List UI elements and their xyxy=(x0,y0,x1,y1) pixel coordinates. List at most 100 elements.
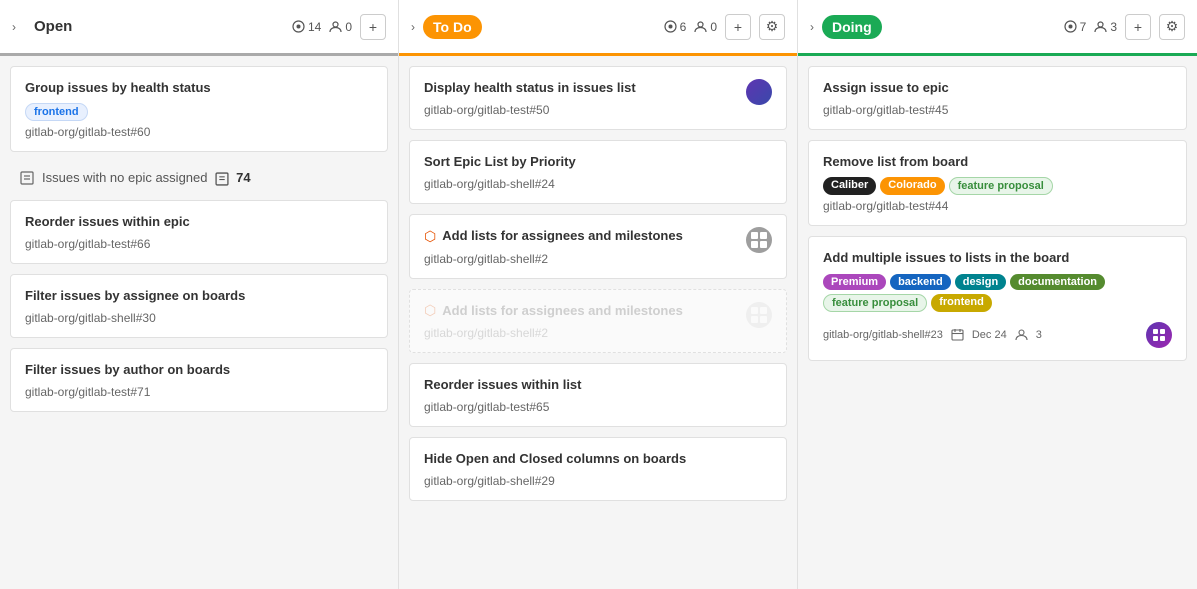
doing-settings-button[interactable]: ⚙ xyxy=(1159,14,1185,40)
tag-design[interactable]: design xyxy=(955,274,1006,290)
issue-icon xyxy=(664,20,677,33)
drag-icon: ⬡ xyxy=(424,228,436,245)
tags-row: Caliber Colorado feature proposal xyxy=(823,177,1172,199)
card-hide-open[interactable]: Hide Open and Closed columns on boards g… xyxy=(409,437,787,501)
card-filter-assignee[interactable]: Filter issues by assignee on boards gitl… xyxy=(10,274,388,338)
card-title: Reorder issues within epic xyxy=(25,213,373,231)
open-title: Open xyxy=(24,14,82,39)
tag-frontend[interactable]: frontend xyxy=(25,103,88,121)
grid-dot xyxy=(751,241,758,248)
card-left-ghost: ⬡ Add lists for assignees and milestones… xyxy=(424,302,738,340)
todo-toggle[interactable]: › xyxy=(411,20,415,34)
todo-title: To Do xyxy=(423,15,482,39)
todo-add-button[interactable]: + xyxy=(725,14,751,40)
issue-icon xyxy=(1064,20,1077,33)
card-row: Display health status in issues list git… xyxy=(424,79,772,117)
issue-ref: gitlab-org/gitlab-test#65 xyxy=(424,400,772,414)
open-meta: 14 0 + xyxy=(292,14,386,40)
tag-caliber[interactable]: Caliber xyxy=(823,177,876,195)
column-header-doing: › Doing 7 3 + ⚙ xyxy=(798,0,1197,56)
card-left: Display health status in issues list git… xyxy=(424,79,738,117)
card-add-multiple[interactable]: Add multiple issues to lists in the boar… xyxy=(808,236,1187,360)
card-sort-epic[interactable]: Sort Epic List by Priority gitlab-org/gi… xyxy=(409,140,787,204)
card-title: Remove list from board xyxy=(823,153,1172,171)
issue-meta-row: gitlab-org/gitlab-shell#23 Dec 24 3 xyxy=(823,322,1172,348)
card-filter-author[interactable]: Filter issues by author on boards gitlab… xyxy=(10,348,388,412)
column-header-open: › Open 14 0 + xyxy=(0,0,398,56)
doing-user-count: 3 xyxy=(1094,20,1117,34)
tag-colorado[interactable]: Colorado xyxy=(880,177,944,195)
card-display-health[interactable]: Display health status in issues list git… xyxy=(409,66,787,130)
assignees-count: 3 xyxy=(1036,329,1042,341)
calendar-icon xyxy=(951,328,964,341)
card-right xyxy=(746,227,772,253)
issue-ref: gitlab-org/gitlab-test#44 xyxy=(823,199,1172,213)
tag-premium[interactable]: Premium xyxy=(823,274,886,290)
tag-feature-proposal[interactable]: feature proposal xyxy=(949,177,1053,195)
issue-ref: gitlab-org/gitlab-shell#2 xyxy=(424,252,738,266)
tag-feature-proposal2[interactable]: feature proposal xyxy=(823,294,927,312)
issue-ref-ghost: gitlab-org/gitlab-shell#2 xyxy=(424,326,738,340)
issue-ref: gitlab-org/gitlab-shell#30 xyxy=(25,311,373,325)
todo-meta: 6 0 + ⚙ xyxy=(664,14,785,40)
section-count: 74 xyxy=(215,170,250,186)
open-add-button[interactable]: + xyxy=(360,14,386,40)
card-add-lists-active[interactable]: ⬡ Add lists for assignees and milestones… xyxy=(409,214,787,278)
column-header-todo: › To Do 6 0 + ⚙ xyxy=(399,0,797,56)
grid-dot xyxy=(760,241,767,248)
avatar xyxy=(746,79,772,105)
card-title: Sort Epic List by Priority xyxy=(424,153,772,171)
issue-ref: gitlab-org/gitlab-shell#23 xyxy=(823,329,943,341)
card-title: Assign issue to epic xyxy=(823,79,1172,97)
issue-ref: gitlab-org/gitlab-test#66 xyxy=(25,237,373,251)
doing-column-body: Assign issue to epic gitlab-org/gitlab-t… xyxy=(798,56,1197,589)
tag-backend[interactable]: backend xyxy=(890,274,951,290)
grid-dot xyxy=(760,316,767,323)
tag-documentation[interactable]: documentation xyxy=(1010,274,1105,290)
doing-title: Doing xyxy=(822,15,882,39)
grid-dot xyxy=(760,232,767,239)
drag-icon-ghost: ⬡ xyxy=(424,302,436,319)
todo-issue-count: 6 xyxy=(664,20,687,34)
section-icon xyxy=(20,171,34,185)
grid-dot xyxy=(751,232,758,239)
avatar xyxy=(1146,322,1172,348)
card-title: Group issues by health status xyxy=(25,79,373,97)
section-issue-icon xyxy=(215,172,229,186)
card-assign-epic[interactable]: Assign issue to epic gitlab-org/gitlab-t… xyxy=(808,66,1187,130)
card-title: Filter issues by author on boards xyxy=(25,361,373,379)
doing-issue-count: 7 xyxy=(1064,20,1087,34)
open-column-body: Group issues by health status frontend g… xyxy=(0,56,398,589)
avatar-dots xyxy=(1146,322,1172,348)
user-icon xyxy=(1094,20,1107,33)
tag-frontend2[interactable]: frontend xyxy=(931,294,992,312)
grid-dot xyxy=(760,307,767,314)
tags-row: frontend xyxy=(25,103,373,125)
issue-ref: gitlab-org/gitlab-test#50 xyxy=(424,103,738,117)
doing-add-button[interactable]: + xyxy=(1125,14,1151,40)
todo-user-count: 0 xyxy=(694,20,717,34)
doing-toggle[interactable]: › xyxy=(810,20,814,34)
issue-ref: gitlab-org/gitlab-test#71 xyxy=(25,385,373,399)
avatar-inner xyxy=(1152,328,1166,342)
card-row-ghost: ⬡ Add lists for assignees and milestones… xyxy=(424,302,772,340)
card-remove-list[interactable]: Remove list from board Caliber Colorado … xyxy=(808,140,1187,226)
card-group-issues[interactable]: Group issues by health status frontend g… xyxy=(10,66,388,152)
grid-dot xyxy=(751,307,758,314)
kanban-board: › Open 14 0 + Group issues by health sta… xyxy=(0,0,1197,589)
column-open: › Open 14 0 + Group issues by health sta… xyxy=(0,0,399,589)
todo-settings-button[interactable]: ⚙ xyxy=(759,14,785,40)
open-issue-count: 14 xyxy=(292,20,321,34)
issue-ref: gitlab-org/gitlab-shell#24 xyxy=(424,177,772,191)
card-reorder[interactable]: Reorder issues within epic gitlab-org/gi… xyxy=(10,200,388,264)
doing-meta: 7 3 + ⚙ xyxy=(1064,14,1185,40)
open-toggle[interactable]: › xyxy=(12,20,16,34)
card-reorder-list[interactable]: Reorder issues within list gitlab-org/gi… xyxy=(409,363,787,427)
grid-dot xyxy=(751,316,758,323)
issue-ref: gitlab-org/gitlab-test#60 xyxy=(25,125,373,139)
card-title: Add multiple issues to lists in the boar… xyxy=(823,249,1172,267)
card-left: ⬡ Add lists for assignees and milestones… xyxy=(424,227,738,265)
issue-ref: gitlab-org/gitlab-test#45 xyxy=(823,103,1172,117)
card-title: Filter issues by assignee on boards xyxy=(25,287,373,305)
user-icon xyxy=(694,20,707,33)
